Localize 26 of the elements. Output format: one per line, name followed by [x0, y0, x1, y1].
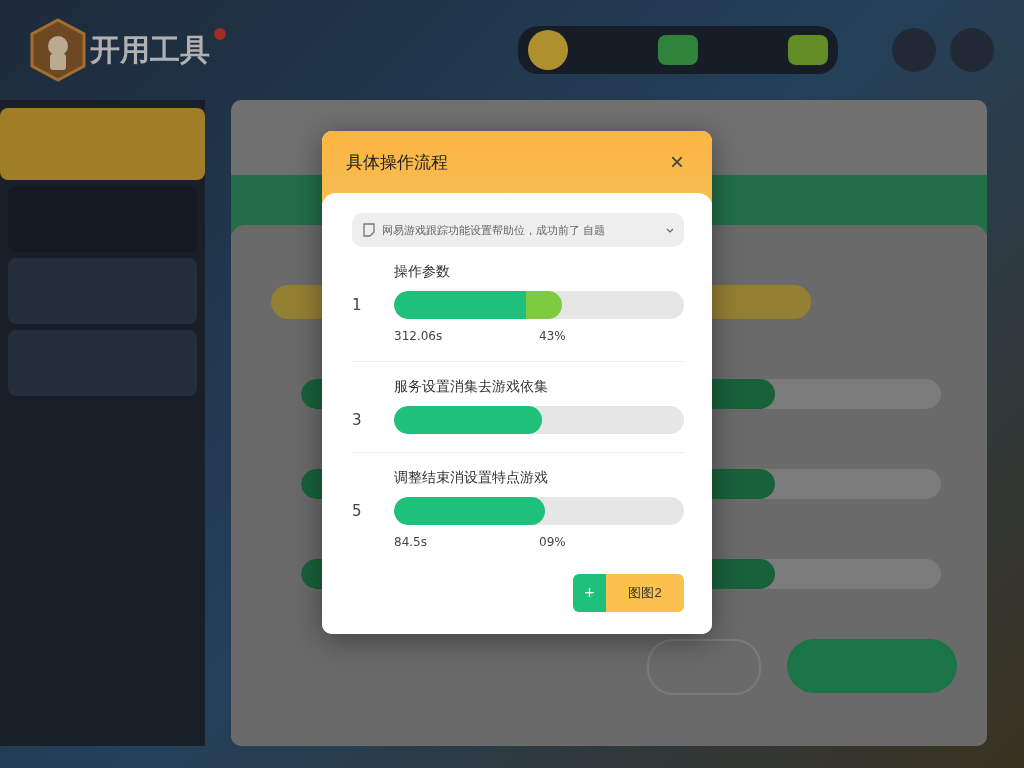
close-button[interactable]: ×	[664, 148, 690, 176]
step-label: 操作参数	[394, 263, 451, 281]
confirm-button[interactable]	[787, 639, 957, 693]
action-button[interactable]: 图图2	[606, 574, 684, 612]
outline-button[interactable]	[647, 639, 761, 695]
logo-icon	[30, 18, 86, 82]
dropdown-field[interactable]: 网易游戏跟踪功能设置帮助位，成功前了 自题	[352, 213, 684, 247]
step-number: 3	[352, 411, 363, 429]
dialog-title: 具体操作流程	[346, 150, 448, 174]
step-time: 84.5s	[394, 535, 428, 549]
window-button[interactable]	[950, 28, 994, 72]
notification-dot	[214, 28, 226, 40]
step-percent: 43%	[539, 329, 567, 343]
step-label: 调整结束消设置特点游戏	[394, 469, 549, 487]
coin-icon	[528, 30, 568, 70]
step-number: 1	[352, 296, 363, 314]
step-time: 312.06s	[394, 329, 444, 343]
chevron-down-icon	[666, 227, 674, 233]
document-icon	[362, 223, 376, 237]
app-logo-text: 开用工具	[90, 30, 210, 69]
step-percent: 09%	[539, 535, 567, 549]
timer-button[interactable]	[892, 28, 936, 72]
resource-pill	[788, 35, 828, 65]
step-label: 服务设置消集去游戏依集	[394, 378, 549, 396]
step-number: 5	[352, 502, 363, 520]
resource-pill	[658, 35, 698, 65]
